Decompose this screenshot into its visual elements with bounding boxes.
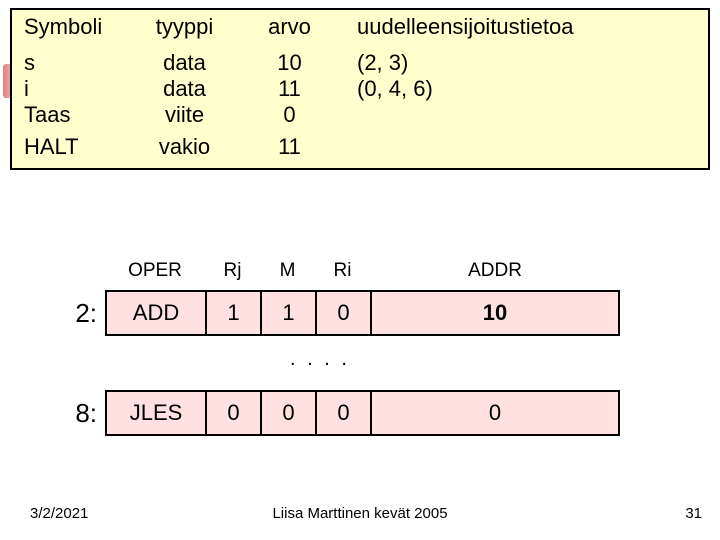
hdr-m: M	[260, 260, 315, 282]
symbol-row: s data 10 (2, 3)	[12, 50, 708, 76]
footer-page: 31	[685, 505, 702, 522]
col-arvo: arvo	[242, 14, 337, 40]
cell-m: 1	[260, 290, 315, 336]
reloc	[337, 102, 708, 128]
instruction-header: OPER Rj M Ri ADDR	[105, 260, 620, 282]
cell-addr: 0	[370, 390, 620, 436]
symbol-row: Taas viite 0	[12, 102, 708, 128]
hdr-addr: ADDR	[370, 260, 620, 282]
val: 0	[242, 102, 337, 128]
cell-oper: ADD	[105, 290, 205, 336]
cell-ri: 0	[315, 390, 370, 436]
sym: i	[12, 76, 127, 102]
symbol-row: i data 11 (0, 4, 6)	[12, 76, 708, 102]
type: vakio	[127, 128, 242, 160]
hdr-oper: OPER	[105, 260, 205, 282]
ellipsis: . . . .	[290, 348, 350, 371]
type: data	[127, 76, 242, 102]
symbol-table: Symboli tyyppi arvo uudelleensijoitustie…	[10, 8, 710, 170]
type: viite	[127, 102, 242, 128]
sym: Taas	[12, 102, 127, 128]
cell-ri: 0	[315, 290, 370, 336]
row-number: 8:	[35, 390, 105, 436]
val: 11	[242, 76, 337, 102]
col-tyyppi: tyyppi	[127, 14, 242, 40]
instruction-row: 8: JLES 0 0 0 0	[35, 390, 620, 436]
symbol-table-header: Symboli tyyppi arvo uudelleensijoitustie…	[12, 14, 708, 40]
sym: HALT	[12, 128, 127, 160]
row-number: 2:	[35, 290, 105, 336]
sym: s	[12, 50, 127, 76]
val: 10	[242, 50, 337, 76]
instruction-row: 2: ADD 1 1 0 10	[35, 290, 620, 336]
cell-m: 0	[260, 390, 315, 436]
footer-credit: Liisa Marttinen kevät 2005	[0, 505, 720, 522]
cell-rj: 0	[205, 390, 260, 436]
val: 11	[242, 128, 337, 160]
cell-oper: JLES	[105, 390, 205, 436]
cell-rj: 1	[205, 290, 260, 336]
col-reloc: uudelleensijoitustietoa	[337, 14, 708, 40]
reloc: (0, 4, 6)	[337, 76, 708, 102]
symbol-row: HALT vakio 11	[12, 128, 708, 160]
hdr-rj: Rj	[205, 260, 260, 282]
col-symboli: Symboli	[12, 14, 127, 40]
reloc: (2, 3)	[337, 50, 708, 76]
cell-addr: 10	[370, 290, 620, 336]
reloc	[337, 128, 708, 160]
type: data	[127, 50, 242, 76]
hdr-ri: Ri	[315, 260, 370, 282]
